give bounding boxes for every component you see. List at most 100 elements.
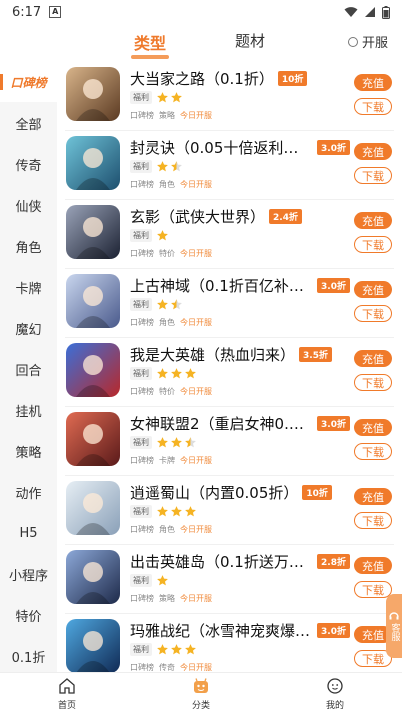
game-tag: 口碑榜 (130, 180, 154, 189)
tab-type[interactable]: 类型 (134, 30, 166, 54)
sidebar-item[interactable]: 回合 (0, 349, 57, 389)
service-label: 客服 (389, 623, 400, 641)
charge-button[interactable]: 充值 (354, 143, 392, 160)
game-row[interactable]: 逍遥蜀山（内置0.05折） 10折 福利 口碑榜 角色 今日开服 充值 下载 (57, 476, 402, 545)
download-button[interactable]: 下载 (354, 305, 392, 322)
game-name[interactable]: 出击英雄岛（0.1折送万充） (130, 551, 313, 572)
download-button[interactable]: 下载 (354, 512, 392, 529)
game-tag: 口碑榜 (130, 111, 154, 120)
nav-profile[interactable]: 我的 (305, 677, 365, 711)
sidebar-item[interactable]: 0.1折 (0, 636, 57, 676)
sidebar-item[interactable]: 卡牌 (0, 267, 57, 307)
game-name[interactable]: 玄影（武侠大世界） (130, 206, 265, 227)
star-icon (157, 368, 168, 379)
sidebar-item[interactable]: 魔幻 (0, 308, 57, 348)
download-button[interactable]: 下载 (354, 236, 392, 253)
charge-button[interactable]: 充值 (354, 212, 392, 229)
charge-button[interactable]: 充值 (354, 557, 392, 574)
nav-category[interactable]: 分类 (171, 677, 231, 711)
download-button[interactable]: 下载 (354, 374, 392, 391)
welfare-tag: 福利 (130, 367, 152, 380)
welfare-tag: 福利 (130, 160, 152, 173)
game-icon[interactable] (66, 550, 120, 604)
download-button[interactable]: 下载 (354, 98, 392, 115)
star-icon (185, 368, 196, 379)
download-button[interactable]: 下载 (354, 167, 392, 184)
sidebar-item[interactable]: 小程序 (0, 554, 57, 594)
signal-icon (365, 7, 375, 17)
game-name[interactable]: 我是大英雄（热血归来） (130, 344, 295, 365)
game-title-row: 大当家之路（0.1折） 10折 (130, 68, 308, 89)
game-row[interactable]: 大当家之路（0.1折） 10折 福利 口碑榜 策略 今日开服 充值 下载 (57, 62, 402, 131)
download-button[interactable]: 下载 (354, 581, 392, 598)
kaifu-toggle[interactable]: 开服 (347, 32, 388, 51)
sidebar-item[interactable]: 传奇 (0, 144, 57, 184)
star-rating (156, 436, 197, 449)
game-icon[interactable] (66, 136, 120, 190)
sidebar-item[interactable]: 全部 (0, 103, 57, 143)
game-name[interactable]: 玛雅战纪（冰雪神宠爽爆充… (130, 620, 313, 641)
top-tabs-bar: 类型 题材 开服 (0, 24, 402, 60)
status-right (344, 5, 390, 19)
game-icon[interactable] (66, 619, 120, 672)
game-row[interactable]: 女神联盟2（重启女神0.05… 3.0折 福利 口碑榜 卡牌 今日开服 充值 下载 (57, 407, 402, 476)
game-name[interactable]: 上古神域（0.1折百亿补贴） (130, 275, 313, 296)
sidebar-item[interactable]: H5 (0, 513, 57, 553)
game-icon[interactable] (66, 274, 120, 328)
tab-theme[interactable]: 题材 (235, 30, 265, 51)
tags-row: 口碑榜 传奇 今日开服 (130, 662, 212, 672)
sidebar-item[interactable]: 动作 (0, 472, 57, 512)
star-rating (156, 298, 183, 311)
status-bar: 6:17 A (0, 0, 402, 24)
star-icon (157, 506, 168, 517)
game-icon[interactable] (66, 412, 120, 466)
game-row[interactable]: 玛雅战纪（冰雪神宠爽爆充… 3.0折 福利 口碑榜 传奇 今日开服 充值 下载 (57, 614, 402, 672)
tab-underline (131, 55, 169, 59)
game-tag: 角色 (159, 525, 175, 534)
kaifu-radio-icon[interactable] (347, 36, 358, 47)
game-icon[interactable] (66, 481, 120, 535)
charge-button[interactable]: 充值 (354, 488, 392, 505)
sidebar-item[interactable]: 仙侠 (0, 185, 57, 225)
game-tag: 口碑榜 (130, 663, 154, 672)
game-icon[interactable] (66, 67, 120, 121)
sidebar-item-label: 回合 (15, 363, 42, 379)
star-icon (185, 506, 196, 517)
charge-button[interactable]: 充值 (354, 74, 392, 91)
game-name[interactable]: 逍遥蜀山（内置0.05折） (130, 482, 298, 503)
star-icon (157, 437, 168, 448)
sidebar-item-label: 特价 (15, 609, 42, 625)
discount-badge: 2.8折 (317, 554, 350, 569)
game-name[interactable]: 大当家之路（0.1折） (130, 68, 274, 89)
nav-home[interactable]: 首页 (37, 677, 97, 711)
game-tag: 口碑榜 (130, 387, 154, 396)
customer-service-button[interactable]: 客服 (386, 594, 402, 658)
game-row[interactable]: 上古神域（0.1折百亿补贴） 3.0折 福利 口碑榜 角色 今日开服 充值 下载 (57, 269, 402, 338)
game-icon[interactable] (66, 343, 120, 397)
charge-button[interactable]: 充值 (354, 350, 392, 367)
game-name[interactable]: 女神联盟2（重启女神0.05… (130, 413, 313, 434)
sidebar-item[interactable]: 特价 (0, 595, 57, 635)
charge-button[interactable]: 充值 (354, 419, 392, 436)
tags-row: 口碑榜 角色 今日开服 (130, 179, 212, 190)
sidebar-item[interactable]: 角色 (0, 226, 57, 266)
charge-button[interactable]: 充值 (354, 281, 392, 298)
game-tag: 口碑榜 (130, 594, 154, 603)
rating-row: 福利 (130, 505, 197, 518)
game-row[interactable]: 出击英雄岛（0.1折送万充） 2.8折 福利 口碑榜 策略 今日开服 充值 下载 (57, 545, 402, 614)
sidebar-item[interactable]: 策略 (0, 431, 57, 471)
game-name[interactable]: 封灵诀（0.05十倍返利免单… (130, 137, 313, 158)
game-row[interactable]: 封灵诀（0.05十倍返利免单… 3.0折 福利 口碑榜 角色 今日开服 充值 下载 (57, 131, 402, 200)
game-tag: 传奇 (159, 663, 175, 672)
game-list[interactable]: 大当家之路（0.1折） 10折 福利 口碑榜 策略 今日开服 充值 下载 封灵诀（0.05十倍返… (57, 62, 402, 672)
open-today-label: 今日开服 (180, 456, 212, 465)
sidebar-item[interactable]: 挂机 (0, 390, 57, 430)
open-today-label: 今日开服 (180, 525, 212, 534)
open-today-label: 今日开服 (180, 663, 212, 672)
game-row[interactable]: 我是大英雄（热血归来） 3.5折 福利 口碑榜 特价 今日开服 充值 下载 (57, 338, 402, 407)
game-title-row: 我是大英雄（热血归来） 3.5折 (130, 344, 332, 365)
game-icon[interactable] (66, 205, 120, 259)
sidebar-item[interactable]: 口碑榜 (0, 62, 57, 102)
game-row[interactable]: 玄影（武侠大世界） 2.4折 福利 口碑榜 特价 今日开服 充值 下载 (57, 200, 402, 269)
download-button[interactable]: 下载 (354, 443, 392, 460)
